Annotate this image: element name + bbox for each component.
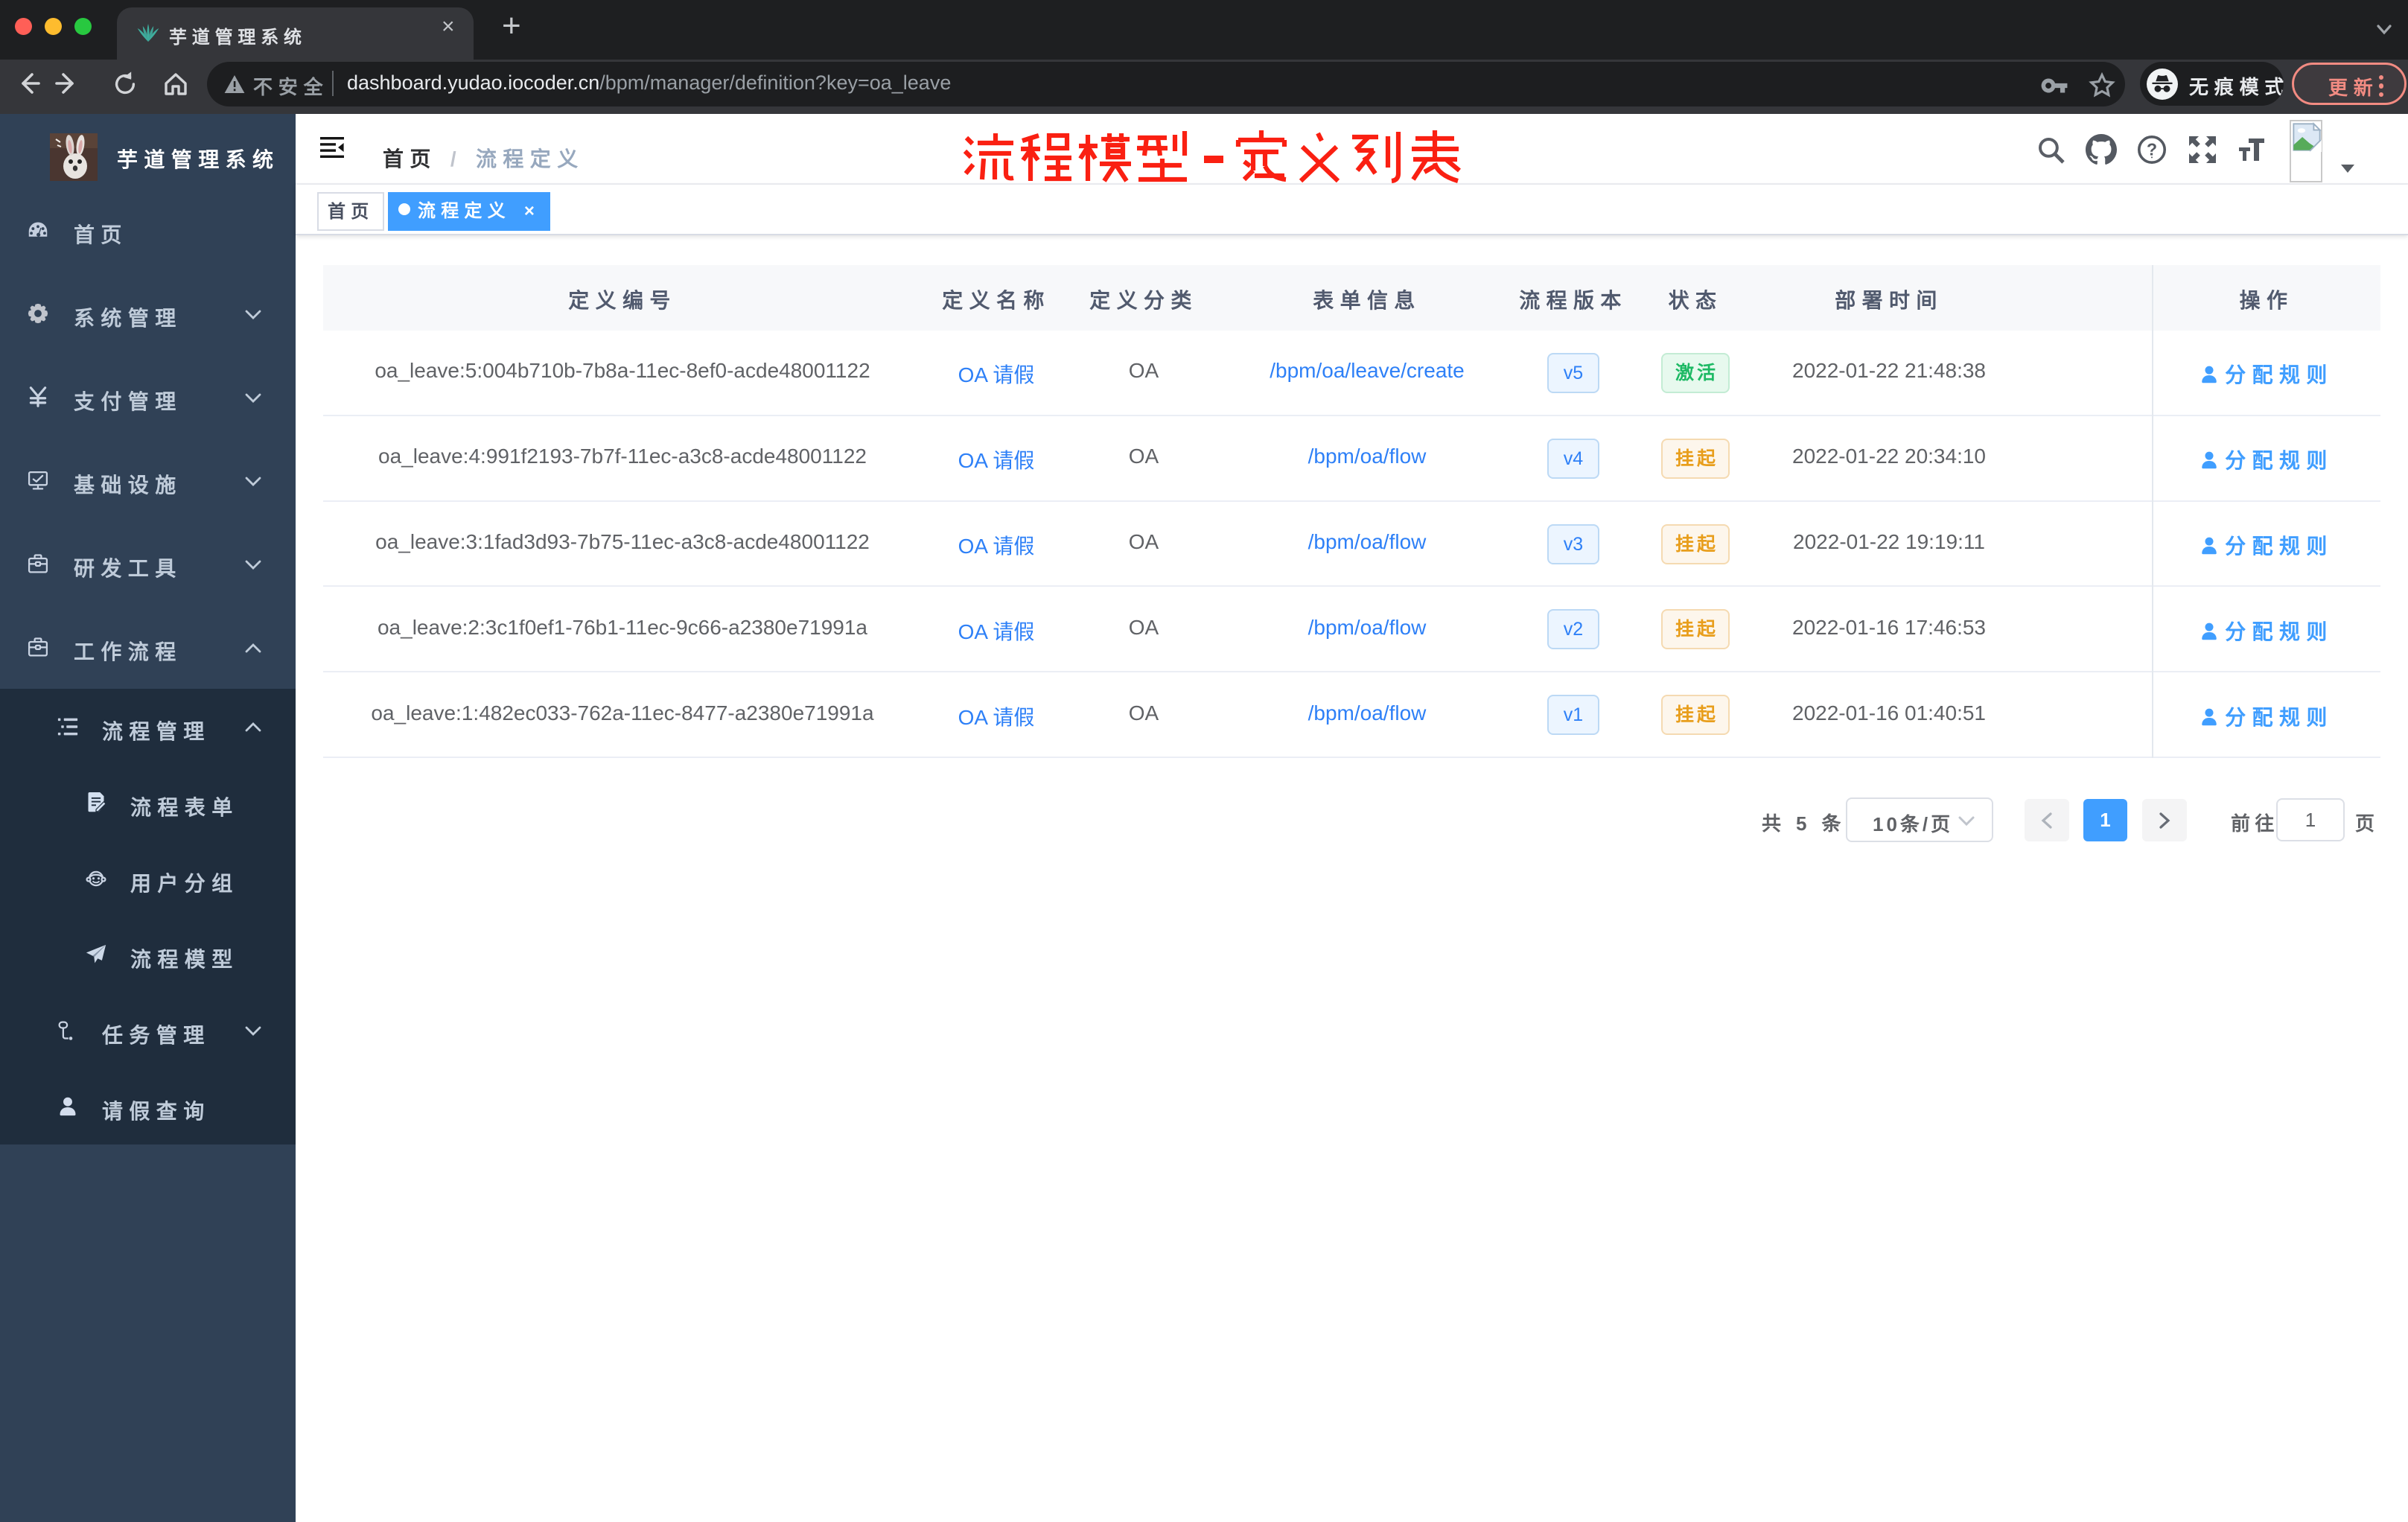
svg-text:?: ? <box>2147 140 2157 159</box>
